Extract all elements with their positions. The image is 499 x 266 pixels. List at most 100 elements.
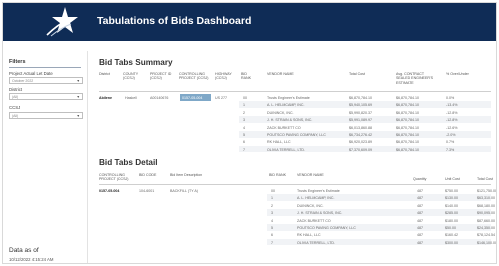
detail-unit-cell: $140.00	[445, 203, 458, 208]
detail-col-total-cost: Total Cost	[477, 177, 493, 181]
detail-rank-cell: 5	[271, 226, 273, 230]
let-date-select[interactable]: October 2022 ▼	[9, 77, 83, 84]
summary-rank-cell: 4	[243, 125, 245, 130]
data-as-of-label: Data as of	[9, 247, 39, 254]
summary-total-cell: $6,870,784.10	[349, 96, 372, 100]
detail-vendor-cell: RK HALL, LLC	[297, 233, 321, 238]
detail-col-bid-code: BID CODE	[139, 173, 157, 177]
summary-pct-cell: -13.4%	[446, 103, 458, 108]
summary-total-cell: $7,370,609.09	[349, 147, 372, 152]
summary-highway-cell: US 277	[215, 96, 227, 100]
summary-vendor-cell: A. L. HELMCAMP, INC.	[267, 103, 305, 108]
detail-header-rule	[99, 184, 491, 185]
chevron-down-icon: ▼	[76, 114, 80, 118]
detail-qty-cell: 487	[417, 240, 423, 245]
detail-rank-cell: 6	[271, 233, 273, 238]
detail-col-vendor: VENDOR NAME	[297, 173, 324, 177]
detail-rank-cell: 3	[271, 211, 273, 216]
chevron-down-icon: ▼	[76, 79, 80, 83]
detail-unit-cell: $300.00	[445, 240, 458, 245]
summary-rank-cell: 6	[243, 140, 245, 145]
filters-sidebar: Filters Project Actual Let Date October …	[3, 51, 88, 263]
dashboard-frame: Tabulations of Bids Dashboard Filters Pr…	[2, 2, 497, 264]
detail-total-cell: $63,310.00	[477, 196, 495, 201]
filter-label-district: District	[9, 87, 23, 92]
summary-col-county: COUNTY (CCSJ)	[123, 72, 139, 81]
chevron-down-icon: ▼	[76, 95, 80, 99]
summary-estimate-cell: $6,870,784.10	[396, 147, 419, 152]
ccsj-select[interactable]: (All) ▼	[9, 112, 83, 119]
detail-unit-cell: $50.00	[445, 226, 456, 230]
summary-total-cell: $5,990,820.37	[349, 110, 372, 115]
detail-qty-cell: 487	[417, 203, 423, 208]
app-title: Tabulations of Bids Dashboard	[97, 15, 252, 27]
detail-total-cell: $78,124.54	[477, 233, 495, 238]
summary-controlling-cell: 0157-05-004	[182, 96, 203, 100]
summary-col-pct: % Over/Under	[446, 72, 469, 76]
detail-total-cell: $24,350.00	[477, 226, 495, 230]
detail-vendor-cell: ZACK BURKETT CO	[297, 218, 331, 223]
summary-pct-cell: -12.8%	[446, 118, 458, 123]
detail-qty-cell: 487	[417, 189, 423, 193]
summary-pct-cell: -12.8%	[446, 110, 458, 115]
star-logo-icon	[46, 7, 78, 37]
summary-vendor-cell: J. H. STRAIN & SONS, INC.	[267, 118, 313, 123]
filter-label-let-date: Project Actual Let Date	[9, 71, 53, 76]
summary-estimate-cell: $6,870,784.10	[396, 125, 419, 130]
detail-unit-cell: $750.00	[445, 189, 458, 193]
detail-total-cell: $121,750.00	[477, 189, 497, 193]
summary-estimate-cell: $6,870,784.10	[396, 103, 419, 108]
summary-vendor-cell: POUTSCO PAVING COMPANY, LLC	[267, 133, 326, 137]
summary-total-cell: $6,013,860.88	[349, 125, 372, 130]
summary-rank-cell: 00	[243, 96, 247, 100]
summary-col-total-cost: Total Cost	[349, 72, 365, 76]
detail-qty-cell: 487	[417, 196, 423, 201]
summary-col-district: District	[99, 72, 110, 76]
detail-col-controlling: CONTROLLING PROJECT (CCSJ)	[99, 173, 129, 182]
detail-total-cell: $146,100.00	[477, 240, 497, 245]
summary-col-project-id: PROJECT ID (CCSJ)	[150, 72, 172, 81]
district-select[interactable]: (All) ▼	[9, 93, 83, 100]
summary-total-cell: $5,940,105.69	[349, 103, 372, 108]
detail-qty-cell: 487	[417, 218, 423, 223]
summary-vendor-cell: Trusts Engineer's Estimate	[267, 96, 310, 100]
summary-total-cell: $6,920,023.89	[349, 140, 372, 145]
detail-vendor-cell: DUININCK, INC.	[297, 203, 324, 208]
summary-vendor-cell: ZACK BURKETT CO	[267, 125, 301, 130]
detail-total-cell: $90,095.00	[477, 211, 495, 216]
detail-qty-cell: 487	[417, 211, 423, 216]
summary-county-cell: Haskell	[125, 96, 137, 100]
summary-vendor-cell: OLIVIA TERRELL, LTD.	[267, 147, 306, 152]
summary-estimate-cell: $6,870,784.10	[396, 110, 419, 115]
filter-label-ccsj: CCSJ	[9, 105, 21, 110]
summary-rank-cell: 5	[243, 133, 245, 137]
data-as-of-timestamp: 10/12/2022 4:15:24 AM	[9, 257, 54, 262]
filters-divider	[9, 67, 81, 68]
detail-total-cell: $68,180.00	[477, 203, 495, 208]
app-header: Tabulations of Bids Dashboard	[3, 3, 496, 41]
detail-rank-cell: 4	[271, 218, 273, 223]
summary-vendor-cell: DUININCK, INC.	[267, 110, 294, 115]
detail-vendor-cell: J. H. STRAIN & SONS, INC.	[297, 211, 343, 216]
detail-unit-cell: $130.00	[445, 196, 458, 201]
summary-col-estimate: Avg. CONTRACT SEALED ENGINEER'S ESTIMATE	[396, 72, 434, 85]
summary-project-id-cell: A00140676	[150, 96, 169, 100]
summary-vendor-cell: RK HALL, LLC	[267, 140, 291, 145]
summary-rank-cell: 7	[243, 147, 245, 152]
detail-description-cell: BACKFILL (TY A)	[170, 189, 198, 193]
detail-vendor-cell: Trusts Engineer's Estimate	[297, 189, 340, 193]
ccsj-value: (All)	[12, 114, 19, 118]
detail-total-cell: $87,660.00	[477, 218, 495, 223]
detail-title: Bid Tabs Detail	[99, 158, 158, 167]
summary-pct-cell: 0.0%	[446, 96, 455, 100]
detail-col-bid-rank: BID RANK	[269, 173, 286, 177]
let-date-value: October 2022	[12, 79, 34, 83]
summary-pct-cell: 7.3%	[446, 147, 455, 152]
summary-col-controlling: CONTROLLING PROJECT (CCSJ)	[179, 72, 209, 81]
summary-pct-cell: -2.0%	[446, 133, 456, 137]
summary-estimate-cell: $6,870,784.10	[396, 96, 419, 100]
filters-title: Filters	[9, 59, 26, 65]
summary-rank-cell: 3	[243, 118, 245, 123]
summary-col-highway: HIGHWAY (CCSJ)	[215, 72, 232, 81]
detail-unit-cell: $180.00	[445, 218, 458, 223]
